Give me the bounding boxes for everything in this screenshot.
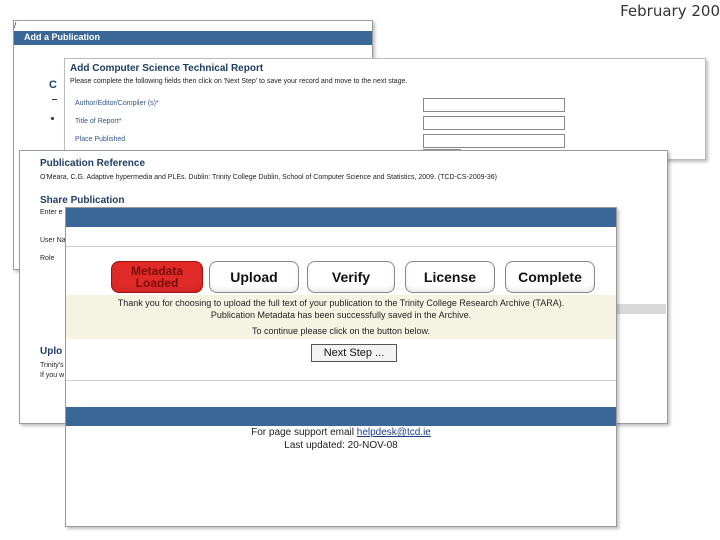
page-support-text: For page support email helpdesk@tcd.ie (66, 427, 616, 438)
step-verify[interactable]: Verify (307, 261, 395, 293)
wizard-message-box: Thank you for choosing to upload the ful… (66, 295, 616, 339)
wizard-rule (66, 246, 616, 247)
slide-date: February 200 (620, 2, 720, 20)
upload-trinity-text: Trinity's (40, 362, 64, 369)
page-support-prefix: For page support email (251, 427, 357, 438)
upload-wizard-window: Metadata Loaded Upload Verify License Co… (65, 207, 617, 527)
place-input[interactable] (423, 134, 565, 148)
tech-report-window: Add Computer Science Technical Report Pl… (64, 58, 706, 160)
share-role-label: Role (40, 255, 55, 262)
wizard-continue-text: To continue please click on the button b… (251, 326, 431, 336)
title-input[interactable] (423, 116, 565, 130)
side-bullet (51, 117, 54, 120)
wizard-steps: Metadata Loaded Upload Verify License Co… (111, 261, 597, 293)
add-publication-title: Add a Publication (24, 32, 101, 42)
share-enter-text: Enter e (40, 209, 63, 216)
side-heading-letter: C (49, 79, 57, 91)
next-step-button[interactable]: Next Step ... (311, 344, 397, 362)
wizard-divider (66, 380, 616, 381)
step-metadata-line2: Loaded (135, 276, 179, 290)
upload-heading: Uplo (40, 346, 63, 357)
side-dash (52, 99, 57, 100)
step-complete[interactable]: Complete (505, 261, 595, 293)
share-username-label: User Na (40, 237, 66, 244)
author-input[interactable] (423, 98, 565, 112)
wizard-footer-bar (66, 407, 616, 426)
helpdesk-email-link[interactable]: helpdesk@tcd.ie (357, 427, 431, 438)
field-label-place: Place Published (75, 136, 126, 143)
tech-report-instructions: Please complete the following fields the… (70, 78, 408, 85)
window-corner-mark: / (14, 21, 17, 30)
field-label-title: Title of Report* (75, 118, 122, 125)
field-label-author: Author/Editor/Compiler (s)* (75, 100, 159, 107)
wizard-message-line2: Publication Metadata has been successful… (210, 310, 472, 320)
tech-report-heading: Add Computer Science Technical Report (70, 63, 264, 74)
publication-reference-heading: Publication Reference (40, 158, 146, 169)
add-publication-titlebar: Add a Publication (14, 31, 372, 45)
wizard-message-line1: Thank you for choosing to upload the ful… (117, 298, 565, 308)
upload-ifyou-text: If you w (40, 372, 65, 379)
step-metadata-loaded: Metadata Loaded (111, 261, 203, 293)
wizard-top-bar (66, 208, 616, 227)
publication-reference-text: O'Meara, C.G. Adaptive hypermedia and PL… (40, 174, 497, 181)
step-upload[interactable]: Upload (209, 261, 299, 293)
step-license[interactable]: License (405, 261, 495, 293)
last-updated-text: Last updated: 20-NOV-08 (284, 440, 398, 451)
share-publication-heading: Share Publication (40, 195, 125, 206)
